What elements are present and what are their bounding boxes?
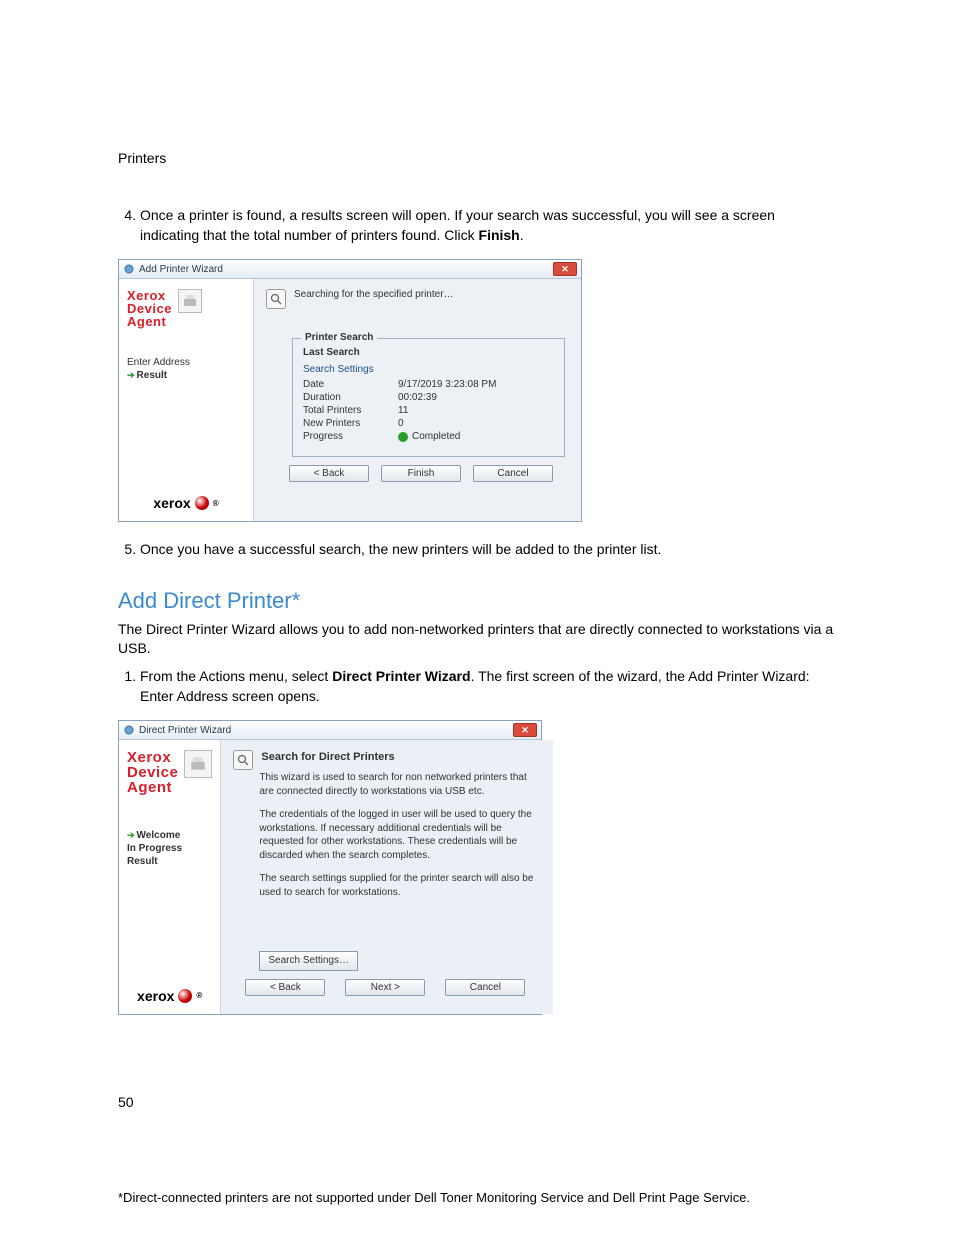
search-icon xyxy=(266,289,286,309)
para-1: This wizard is used to search for non ne… xyxy=(259,771,537,798)
xerox-text: xerox xyxy=(137,988,174,1004)
registered-icon: ® xyxy=(213,499,219,508)
step-welcome: Welcome xyxy=(127,829,212,842)
search-settings-button[interactable]: Search Settings… xyxy=(259,951,358,971)
footnote: *Direct-connected printers are not suppo… xyxy=(118,1190,924,1205)
search-icon xyxy=(233,750,253,770)
date-label: Date xyxy=(303,379,398,390)
date-value: 9/17/2019 3:23:08 PM xyxy=(398,379,496,390)
list-text-b: . xyxy=(520,227,524,243)
step-result: Result xyxy=(127,369,245,382)
wizard-steps: Welcome In Progress Result xyxy=(127,829,212,868)
cancel-button[interactable]: Cancel xyxy=(473,465,553,482)
wizard-icon xyxy=(123,724,135,736)
wizard-title: Direct Printer Wizard xyxy=(139,725,231,736)
last-search-subhead: Last Search xyxy=(303,347,554,358)
step-result: Result xyxy=(127,855,212,868)
wizard-sidebar: Xerox Device Agent Enter Address Result xyxy=(119,279,254,521)
para-2: The credentials of the logged in user wi… xyxy=(259,808,537,862)
close-button[interactable]: ✕ xyxy=(513,723,537,737)
main-title: Search for Direct Printers xyxy=(259,750,537,765)
section-heading: Add Direct Printer* xyxy=(118,588,836,614)
wizard-headline: Searching for the specified printer… xyxy=(292,289,565,300)
cancel-button[interactable]: Cancel xyxy=(445,979,525,996)
brand-line3: Agent xyxy=(127,780,178,795)
brand-line2: Device xyxy=(127,765,178,780)
registered-icon: ® xyxy=(196,991,202,1000)
wizard-title: Add Printer Wizard xyxy=(139,264,223,275)
wizard-steps: Enter Address Result xyxy=(127,356,245,382)
list-text: Once a printer is found, a results scree… xyxy=(140,207,775,243)
back-button[interactable]: < Back xyxy=(289,465,369,482)
new-label: New Printers xyxy=(303,418,398,429)
page-header: Printers xyxy=(118,150,836,166)
brand-badge-icon xyxy=(178,289,202,313)
brand-badge-icon xyxy=(184,750,212,778)
brand-line3: Agent xyxy=(127,315,172,328)
page-number: 50 xyxy=(118,1094,134,1110)
duration-value: 00:02:39 xyxy=(398,392,437,403)
finish-button[interactable]: Finish xyxy=(381,465,461,482)
instruction-list-c: From the Actions menu, select Direct Pri… xyxy=(118,667,836,706)
wizard-icon xyxy=(123,263,135,275)
wizard-sidebar: Xerox Device Agent Welcome In Progress R… xyxy=(119,740,221,1013)
para-3: The search settings supplied for the pri… xyxy=(259,872,537,899)
list-text: Once you have a successful search, the n… xyxy=(140,541,661,557)
list-item-5: Once you have a successful search, the n… xyxy=(140,540,836,560)
xerox-logo: xerox ® xyxy=(127,988,212,1004)
row-total-printers: Total Printers 11 xyxy=(303,405,554,416)
duration-label: Duration xyxy=(303,392,398,403)
close-button[interactable]: ✕ xyxy=(553,262,577,276)
row-date: Date 9/17/2019 3:23:08 PM xyxy=(303,379,554,390)
wizard-main: Searching for the specified printer… Pri… xyxy=(254,279,581,521)
next-button[interactable]: Next > xyxy=(345,979,425,996)
total-label: Total Printers xyxy=(303,405,398,416)
brand-line1: Xerox xyxy=(127,750,178,765)
xerox-ball-icon xyxy=(178,989,192,1003)
progress-label: Progress xyxy=(303,431,398,442)
instruction-list-b: Once you have a successful search, the n… xyxy=(118,540,836,560)
new-value: 0 xyxy=(398,418,404,429)
step-in-progress: In Progress xyxy=(127,842,212,855)
wizard-titlebar: Direct Printer Wizard ✕ xyxy=(119,721,541,740)
list-bold: Finish xyxy=(479,227,520,243)
add-printer-wizard-dialog: Add Printer Wizard ✕ Xerox Device Agent xyxy=(118,259,582,522)
section-para: The Direct Printer Wizard allows you to … xyxy=(118,620,836,659)
row-new-printers: New Printers 0 xyxy=(303,418,554,429)
wizard-buttons: < Back Finish Cancel xyxy=(266,457,565,490)
back-button[interactable]: < Back xyxy=(245,979,325,996)
xerox-ball-icon xyxy=(195,496,209,510)
step-enter-address: Enter Address xyxy=(127,356,245,369)
wizard-main: Search for Direct Printers This wizard i… xyxy=(221,740,553,1013)
total-value: 11 xyxy=(398,405,408,416)
fieldset-legend: Printer Search xyxy=(301,332,377,343)
progress-value: Completed xyxy=(398,431,460,442)
row-progress: Progress Completed xyxy=(303,431,554,442)
search-settings-link[interactable]: Search Settings xyxy=(303,364,554,375)
list-bold: Direct Printer Wizard xyxy=(332,668,470,684)
wizard-titlebar: Add Printer Wizard ✕ xyxy=(119,260,581,279)
list-item-4: Once a printer is found, a results scree… xyxy=(140,206,836,245)
direct-printer-wizard-dialog: Direct Printer Wizard ✕ Xerox Device Age… xyxy=(118,720,542,1014)
list-item-1b: From the Actions menu, select Direct Pri… xyxy=(140,667,836,706)
printer-search-fieldset: Printer Search Last Search Search Settin… xyxy=(292,338,565,457)
list-text: From the Actions menu, select xyxy=(140,668,332,684)
xerox-logo: xerox ® xyxy=(127,495,245,511)
xerox-text: xerox xyxy=(153,495,190,511)
row-duration: Duration 00:02:39 xyxy=(303,392,554,403)
wizard-buttons: < Back Next > Cancel xyxy=(233,971,537,1004)
instruction-list-a: Once a printer is found, a results scree… xyxy=(118,206,836,245)
